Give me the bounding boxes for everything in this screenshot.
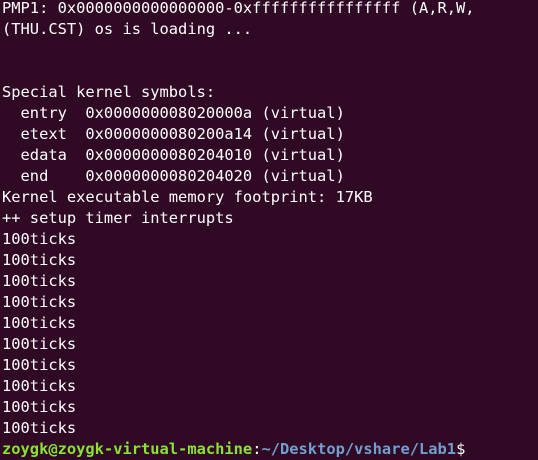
- terminal-line: 100ticks: [2, 377, 77, 395]
- terminal-window[interactable]: PMP1: 0x0000000000000000-0xfffffffffffff…: [0, 0, 538, 460]
- terminal-line: 100ticks: [2, 272, 77, 290]
- command-input[interactable]: [465, 439, 474, 460]
- terminal-line: 100ticks: [2, 398, 77, 416]
- terminal-line: Kernel executable memory footprint: 17KB: [2, 188, 373, 206]
- prompt-symbol: $: [456, 440, 466, 458]
- terminal-line: 100ticks: [2, 230, 77, 248]
- terminal-line: Special kernel symbols:: [2, 83, 216, 101]
- terminal-line: 100ticks: [2, 293, 77, 311]
- terminal-line: entry 0x000000008020000a (virtual): [2, 104, 345, 122]
- prompt-user-host: zoygk@zoygk-virtual-machine: [2, 440, 253, 458]
- terminal-line: 100ticks: [2, 419, 77, 437]
- prompt-path: ~/Desktop/vshare/Lab1: [261, 440, 457, 458]
- terminal-line: etext 0x0000000080200a14 (virtual): [2, 125, 345, 143]
- shell-prompt[interactable]: zoygk@zoygk-virtual-machine:~/Desktop/vs…: [2, 439, 538, 460]
- terminal-line: 100ticks: [2, 335, 77, 353]
- terminal-line: 100ticks: [2, 356, 77, 374]
- terminal-line: (THU.CST) os is loading ...: [2, 20, 253, 38]
- terminal-line: PMP1: 0x0000000000000000-0xfffffffffffff…: [2, 0, 475, 17]
- terminal-line: ++ setup timer interrupts: [2, 209, 234, 227]
- terminal-line: 100ticks: [2, 251, 77, 269]
- terminal-line: edata 0x0000000080204010 (virtual): [2, 146, 345, 164]
- terminal-line: end 0x0000000080204020 (virtual): [2, 167, 345, 185]
- terminal-line: 100ticks: [2, 314, 77, 332]
